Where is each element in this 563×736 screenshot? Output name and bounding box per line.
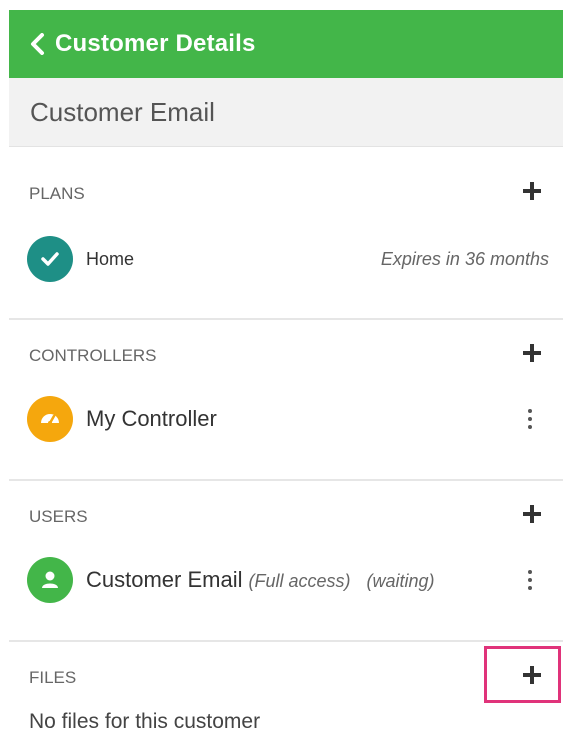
more-options-icon[interactable] (525, 565, 535, 595)
plans-label: PLANS (29, 184, 85, 203)
plans-section: PLANS Home Expires in 36 months (9, 178, 563, 288)
header-bar: Customer Details (9, 10, 563, 78)
user-access: (Full access) (248, 571, 351, 591)
user-name: Customer Email (86, 567, 243, 592)
files-label: FILES (29, 668, 77, 687)
add-plan-button[interactable] (519, 178, 545, 204)
controller-row[interactable]: My Controller (9, 394, 563, 444)
files-empty-text: No files for this customer (29, 710, 261, 733)
back-button[interactable]: Customer Details (9, 10, 256, 78)
page-title: Customer Details (55, 30, 256, 57)
plans-header: PLANS (9, 178, 563, 208)
controllers-header: CONTROLLERS (9, 340, 563, 370)
divider (9, 640, 563, 642)
customer-name: Customer Email (30, 96, 215, 127)
plus-icon (523, 344, 541, 362)
plus-icon (523, 505, 541, 523)
files-header: FILES (9, 662, 563, 692)
user-icon (27, 557, 73, 603)
users-label: USERS (29, 507, 88, 526)
controllers-section: CONTROLLERS My Controller (9, 340, 563, 450)
chevron-left-icon (31, 33, 44, 55)
users-section: USERS Customer Email (Full access) (waitin… (9, 501, 563, 611)
check-circle-icon (27, 236, 73, 282)
more-options-icon[interactable] (525, 404, 535, 434)
controllers-label: CONTROLLERS (29, 346, 157, 365)
plan-expiry: Expires in 36 months (380, 248, 549, 269)
gauge-icon (27, 396, 73, 442)
controller-name: My Controller (86, 406, 217, 431)
plus-icon (523, 182, 541, 200)
user-row[interactable]: Customer Email (Full access) (waiting) (9, 555, 563, 605)
users-header: USERS (9, 501, 563, 531)
divider (9, 318, 563, 320)
files-section: FILES (9, 662, 563, 702)
highlight-box (484, 646, 561, 703)
user-status: (waiting) (366, 571, 435, 591)
plan-row[interactable]: Home Expires in 36 months (9, 234, 563, 284)
plan-name: Home (86, 248, 135, 269)
divider (9, 479, 563, 481)
customer-name-bar: Customer Email (9, 78, 563, 147)
add-user-button[interactable] (519, 501, 545, 527)
user-name-line: Customer Email (Full access) (waiting) (86, 567, 435, 593)
add-controller-button[interactable] (519, 340, 545, 366)
